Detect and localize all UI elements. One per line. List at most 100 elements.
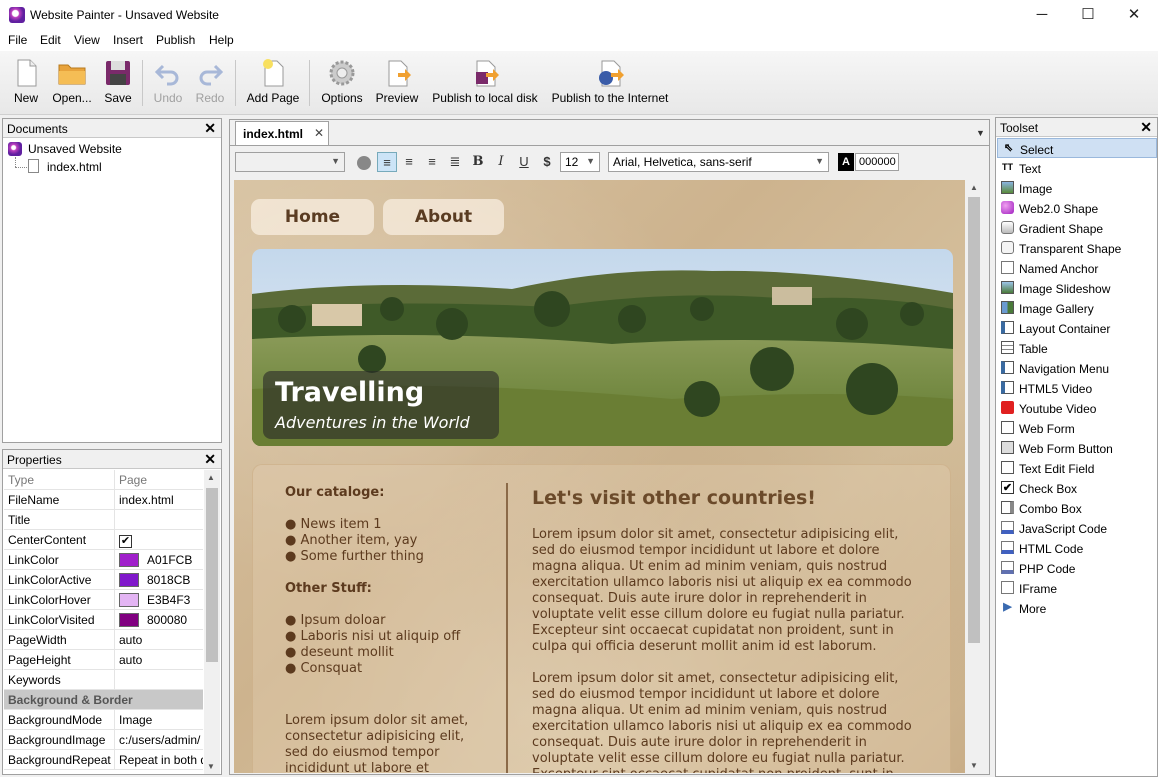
- publish-internet-button[interactable]: Publish to the Internet: [548, 56, 672, 110]
- list-item[interactable]: ● Another item, yay: [285, 533, 424, 549]
- nav-about-button[interactable]: About: [383, 199, 504, 235]
- prop-row-pagewidth[interactable]: PageWidth auto: [4, 630, 203, 650]
- prop-value[interactable]: 800080: [114, 610, 203, 630]
- prop-row-backgroundimage[interactable]: BackgroundImage c:/users/admin/: [4, 730, 203, 750]
- prop-row-backgroundmode[interactable]: BackgroundMode Image: [4, 710, 203, 730]
- nav-home-button[interactable]: Home: [251, 199, 374, 235]
- tree-item-index-html[interactable]: index.html: [47, 160, 102, 174]
- prop-value[interactable]: Image: [114, 710, 203, 730]
- menu-help[interactable]: Help: [209, 33, 234, 47]
- align-justify-icon[interactable]: ≣: [445, 152, 465, 172]
- options-button[interactable]: Options: [316, 56, 368, 110]
- tool-check-box[interactable]: ✔ Check Box: [997, 478, 1157, 498]
- dollar-icon[interactable]: $: [537, 152, 557, 172]
- scroll-down-icon[interactable]: ▼: [970, 761, 978, 770]
- list-item[interactable]: ● Some further thing: [285, 549, 424, 565]
- color-swatch[interactable]: [119, 552, 139, 567]
- list-item[interactable]: ● Ipsum doloar: [285, 613, 460, 629]
- prop-row-filename[interactable]: FileName index.html: [4, 490, 203, 510]
- list-item[interactable]: ● Consquat: [285, 661, 460, 677]
- shape-icon[interactable]: [354, 152, 374, 172]
- menu-edit[interactable]: Edit: [40, 33, 61, 47]
- prop-row-linkcolorvisited[interactable]: LinkColorVisited 800080: [4, 610, 203, 630]
- tool-combo-box[interactable]: Combo Box: [997, 498, 1157, 518]
- undo-button[interactable]: Undo: [149, 56, 187, 110]
- content-box[interactable]: Our cataloge: ● News item 1 ● Another it…: [252, 464, 951, 773]
- list-item[interactable]: ● deseunt mollit: [285, 645, 460, 661]
- prop-row-centercontent[interactable]: CenterContent ✔: [4, 530, 203, 550]
- italic-icon[interactable]: I: [491, 152, 511, 172]
- documents-close-button[interactable]: ✕: [204, 120, 216, 137]
- tool-image-slideshow[interactable]: Image Slideshow: [997, 278, 1157, 298]
- bold-icon[interactable]: B: [468, 152, 488, 172]
- list-item[interactable]: ● Laboris nisi ut aliquip off: [285, 629, 460, 645]
- menu-file[interactable]: File: [8, 33, 27, 47]
- align-left-icon[interactable]: ≡: [377, 152, 397, 172]
- prop-row-keywords[interactable]: Keywords: [4, 670, 203, 690]
- tool-html-code[interactable]: HTML Code: [997, 538, 1157, 558]
- tool-gradient-shape[interactable]: Gradient Shape: [997, 218, 1157, 238]
- tool-web-form-button[interactable]: Web Form Button: [997, 438, 1157, 458]
- tool-youtube-video[interactable]: Youtube Video: [997, 398, 1157, 418]
- font-family-combo[interactable]: Arial, Helvetica, sans-serif ▼: [608, 152, 829, 172]
- prop-value[interactable]: auto: [114, 650, 203, 670]
- prop-group-background-border[interactable]: Background & Border: [4, 690, 203, 710]
- style-combo[interactable]: ▼: [235, 152, 345, 172]
- close-button[interactable]: ✕: [1111, 0, 1157, 31]
- tool-named-anchor[interactable]: Named Anchor: [997, 258, 1157, 278]
- tab-close-icon[interactable]: ✕: [314, 126, 324, 140]
- properties-scroll-thumb[interactable]: [206, 488, 218, 662]
- tool-php-code[interactable]: PHP Code: [997, 558, 1157, 578]
- font-color-icon[interactable]: A: [838, 153, 854, 171]
- menu-insert[interactable]: Insert: [113, 33, 143, 47]
- minimize-button[interactable]: ─: [1019, 0, 1065, 31]
- tool-select[interactable]: ⇖ Select: [997, 138, 1157, 158]
- publish-local-button[interactable]: Publish to local disk: [429, 56, 541, 110]
- prop-value[interactable]: c:/users/admin/: [114, 730, 203, 750]
- prop-value[interactable]: ✔: [114, 530, 203, 550]
- centercontent-checkbox[interactable]: ✔: [119, 535, 132, 548]
- page-canvas[interactable]: Home About Travelling Adventures in the …: [234, 180, 965, 773]
- properties-close-button[interactable]: ✕: [204, 451, 216, 468]
- open-button[interactable]: Open...: [50, 56, 94, 110]
- list-item[interactable]: ● News item 1: [285, 517, 424, 533]
- scroll-up-icon[interactable]: ▲: [207, 473, 215, 482]
- toolset-close-button[interactable]: ✕: [1140, 119, 1152, 136]
- color-swatch[interactable]: [119, 572, 139, 587]
- canvas-scroll-thumb[interactable]: [968, 197, 980, 643]
- tool-navigation-menu[interactable]: Navigation Menu: [997, 358, 1157, 378]
- prop-row-backgroundrepeat[interactable]: BackgroundRepeat Repeat in both d: [4, 750, 203, 770]
- align-right-icon[interactable]: ≡: [422, 152, 442, 172]
- align-center-icon[interactable]: ≡: [399, 152, 419, 172]
- prop-value[interactable]: [114, 510, 203, 530]
- prop-value[interactable]: index.html: [114, 490, 203, 510]
- tab-index-html[interactable]: index.html ✕: [235, 121, 329, 145]
- tool-more[interactable]: ▶ More: [997, 598, 1157, 618]
- prop-value[interactable]: A01FCB: [114, 550, 203, 570]
- hero-image[interactable]: Travelling Adventures in the World: [252, 249, 953, 446]
- tree-root-website[interactable]: Unsaved Website: [28, 142, 122, 156]
- tool-transparent-shape[interactable]: Transparent Shape: [997, 238, 1157, 258]
- add-page-button[interactable]: Add Page: [243, 56, 303, 110]
- underline-icon[interactable]: U: [514, 152, 534, 172]
- prop-row-linkcolorhover[interactable]: LinkColorHover E3B4F3: [4, 590, 203, 610]
- scroll-down-icon[interactable]: ▼: [207, 762, 215, 771]
- prop-value[interactable]: auto: [114, 630, 203, 650]
- menu-view[interactable]: View: [74, 33, 100, 47]
- prop-value[interactable]: 8018CB: [114, 570, 203, 590]
- maximize-button[interactable]: ☐: [1065, 0, 1111, 31]
- prop-value[interactable]: E3B4F3: [114, 590, 203, 610]
- save-button[interactable]: Save: [98, 56, 138, 110]
- font-color-value[interactable]: 000000: [855, 153, 899, 171]
- tool-text-edit-field[interactable]: Text Edit Field: [997, 458, 1157, 478]
- tool-web-form[interactable]: Web Form: [997, 418, 1157, 438]
- tool-javascript-code[interactable]: JavaScript Code: [997, 518, 1157, 538]
- tool-html5-video[interactable]: HTML5 Video: [997, 378, 1157, 398]
- prop-value[interactable]: [114, 670, 203, 690]
- tool-iframe[interactable]: IFrame: [997, 578, 1157, 598]
- prop-row-linkcolor[interactable]: LinkColor A01FCB: [4, 550, 203, 570]
- tool-table[interactable]: Table: [997, 338, 1157, 358]
- new-button[interactable]: New: [6, 56, 46, 110]
- font-size-combo[interactable]: 12 ▼: [560, 152, 600, 172]
- menu-publish[interactable]: Publish: [156, 33, 195, 47]
